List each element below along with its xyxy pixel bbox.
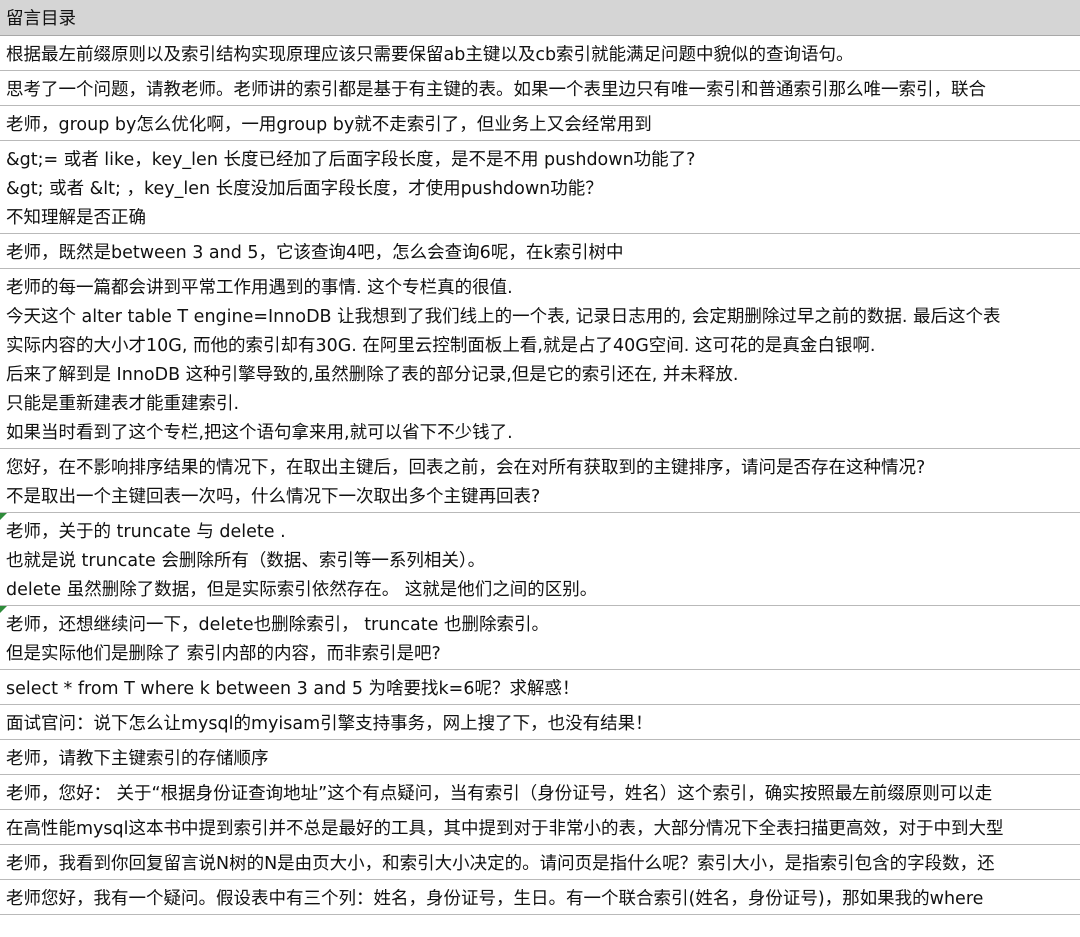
list-item[interactable]: 老师，请教下主键索引的存储顺序 [0, 740, 1080, 775]
comment-text-line: 老师，请教下主键索引的存储顺序 [6, 749, 269, 769]
comment-text-line: 老师，关于的 truncate 与 delete . [6, 522, 286, 542]
list-item[interactable]: 老师您好，我有一个疑问。假设表中有三个列：姓名，身份证号，生日。有一个联合索引(… [0, 880, 1080, 915]
comment-text-line: &gt; 或者 &lt; ，key_len 长度没加后面字段长度，才使用push… [6, 179, 603, 199]
comment-text-line: 您好，在不影响排序结果的情况下，在取出主键后，回表之前，会在对所有获取到的主键排… [6, 458, 926, 478]
list-item[interactable]: 老师，还想继续问一下，delete也删除索引， truncate 也删除索引。但… [0, 606, 1080, 670]
list-item[interactable]: 面试官问：说下怎么让mysql的myisam引擎支持事务，网上搜了下，也没有结果… [0, 705, 1080, 740]
comment-text-line: 面试官问：说下怎么让mysql的myisam引擎支持事务，网上搜了下，也没有结果… [6, 714, 653, 734]
comment-text-line: 不知理解是否正确 [6, 208, 146, 228]
comment-text-line: 只能是重新建表才能重建索引. [6, 394, 240, 414]
comment-rows: 根据最左前缀原则以及索引结构实现原理应该只需要保留ab主键以及cb索引就能满足问… [0, 36, 1080, 915]
comment-text-line: 老师，您好： 关于“根据身份证查询地址”这个有点疑问，当有索引（身份证号，姓名）… [6, 784, 993, 804]
list-item[interactable]: 老师，关于的 truncate 与 delete . 也就是说 truncate … [0, 513, 1080, 606]
list-item[interactable]: 思考了一个问题，请教老师。老师讲的索引都是基于有主键的表。如果一个表里边只有唯一… [0, 71, 1080, 106]
list-item[interactable]: 老师，group by怎么优化啊，一用group by就不走索引了，但业务上又会… [0, 106, 1080, 141]
comment-text-line: &gt;= 或者 like，key_len 长度已经加了后面字段长度，是不是不用… [6, 150, 696, 170]
list-item[interactable]: 在高性能mysql这本书中提到索引并不总是最好的工具，其中提到对于非常小的表，大… [0, 810, 1080, 845]
comment-text-line: 在高性能mysql这本书中提到索引并不总是最好的工具，其中提到对于非常小的表，大… [6, 819, 1004, 839]
comment-text-line: 老师，还想继续问一下，delete也删除索引， truncate 也删除索引。 [6, 615, 549, 635]
list-item[interactable]: 老师，您好： 关于“根据身份证查询地址”这个有点疑问，当有索引（身份证号，姓名）… [0, 775, 1080, 810]
list-item[interactable]: select * from T where k between 3 and 5 … [0, 670, 1080, 705]
comment-text-line: 不是取出一个主键回表一次吗，什么情况下一次取出多个主键再回表? [6, 487, 541, 507]
comment-text-line: 实际内容的大小才10G, 而他的索引却有30G. 在阿里云控制面板上看,就是占了… [6, 336, 876, 356]
list-item[interactable]: 老师，既然是between 3 and 5，它该查询4吧，怎么会查询6呢，在k索… [0, 234, 1080, 269]
list-header-title: 留言目录 [6, 9, 76, 29]
list-item[interactable]: 老师的每一篇都会讲到平常工作用遇到的事情. 这个专栏真的很值. 今天这个 alte… [0, 269, 1080, 449]
list-item[interactable]: 老师，我看到你回复留言说N树的N是由页大小，和索引大小决定的。请问页是指什么呢？… [0, 845, 1080, 880]
list-item[interactable]: &gt;= 或者 like，key_len 长度已经加了后面字段长度，是不是不用… [0, 141, 1080, 234]
comment-text-line: 老师，group by怎么优化啊，一用group by就不走索引了，但业务上又会… [6, 115, 652, 135]
comment-text-line: 思考了一个问题，请教老师。老师讲的索引都是基于有主键的表。如果一个表里边只有唯一… [6, 80, 986, 100]
comment-text-line: 老师您好，我有一个疑问。假设表中有三个列：姓名，身份证号，生日。有一个联合索引(… [6, 889, 984, 909]
comment-text-line: 老师，我看到你回复留言说N树的N是由页大小，和索引大小决定的。请问页是指什么呢？… [6, 854, 995, 874]
comment-text-line: 老师，既然是between 3 and 5，它该查询4吧，怎么会查询6呢，在k索… [6, 243, 624, 263]
comment-text-line: 老师的每一篇都会讲到平常工作用遇到的事情. 这个专栏真的很值. [6, 278, 513, 298]
comment-marker-icon [0, 606, 7, 613]
comment-text-line: 如果当时看到了这个专栏,把这个语句拿来用,就可以省下不少钱了. [6, 423, 513, 443]
comment-text-line: 也就是说 truncate 会删除所有（数据、索引等一系列相关）。 [6, 551, 486, 571]
list-header: 留言目录 [0, 0, 1080, 36]
comment-text-line: select * from T where k between 3 and 5 … [6, 679, 580, 699]
list-item[interactable]: 您好，在不影响排序结果的情况下，在取出主键后，回表之前，会在对所有获取到的主键排… [0, 449, 1080, 513]
comment-text-line: 但是实际他们是删除了 索引内部的内容，而非索引是吧? [6, 644, 441, 664]
comment-text-line: 根据最左前缀原则以及索引结构实现原理应该只需要保留ab主键以及cb索引就能满足问… [6, 45, 854, 65]
comment-marker-icon [0, 513, 7, 520]
comment-text-line: delete 虽然删除了数据，但是实际索引依然存在。 这就是他们之间的区别。 [6, 580, 598, 600]
comment-text-line: 今天这个 alter table T engine=InnoDB 让我想到了我们… [6, 307, 1001, 327]
comment-text-line: 后来了解到是 InnoDB 这种引擎导致的,虽然删除了表的部分记录,但是它的索引… [6, 365, 739, 385]
list-item[interactable]: 根据最左前缀原则以及索引结构实现原理应该只需要保留ab主键以及cb索引就能满足问… [0, 36, 1080, 71]
comment-list-sheet: 留言目录 根据最左前缀原则以及索引结构实现原理应该只需要保留ab主键以及cb索引… [0, 0, 1080, 937]
